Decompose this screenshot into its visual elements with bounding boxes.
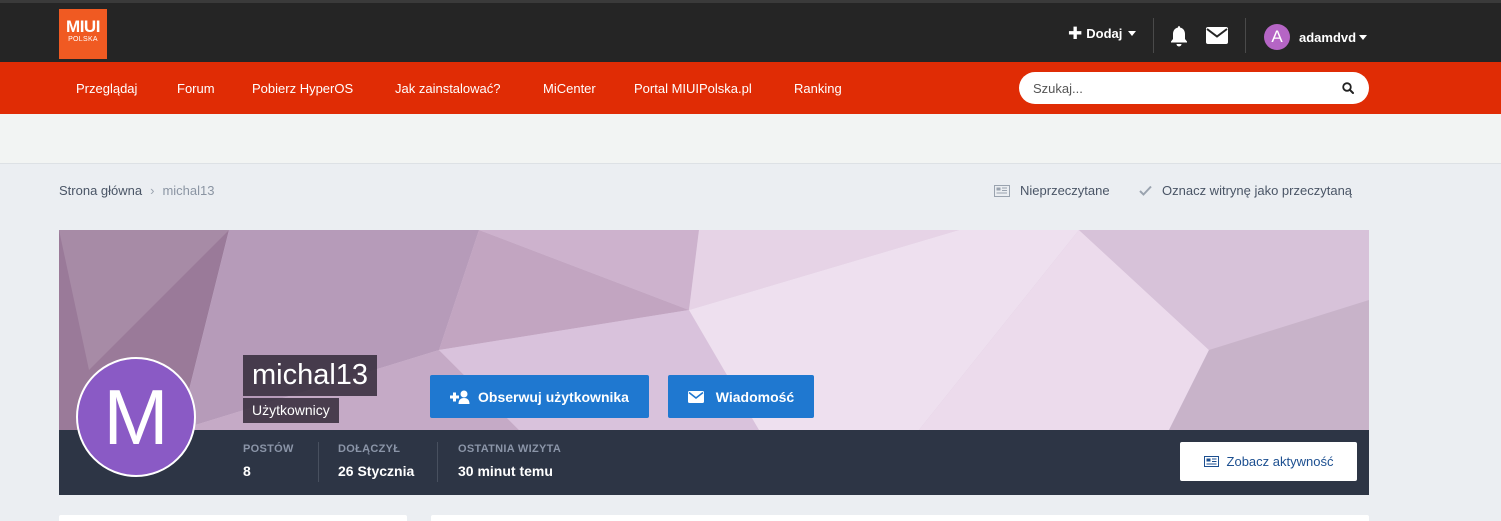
stat-joined: DOŁĄCZYŁ 26 Stycznia <box>338 443 414 479</box>
plus-icon: ✚ <box>1068 23 1083 43</box>
stat-value: 8 <box>243 463 251 479</box>
content-card <box>431 515 1369 521</box>
main-nav: Przeglądaj Forum Pobierz HyperOS Jak zai… <box>0 62 1501 114</box>
stat-value: 26 Stycznia <box>338 463 415 479</box>
divider <box>1245 18 1246 53</box>
bell-icon[interactable] <box>1169 25 1189 47</box>
envelope-icon <box>687 390 704 403</box>
nav-item-install[interactable]: Jak zainstalować? <box>395 81 501 96</box>
nav-item-micenter[interactable]: MiCenter <box>543 81 596 96</box>
message-label: Wiadomość <box>715 388 795 405</box>
site-logo[interactable]: MIUI POLSKA <box>59 9 107 59</box>
chevron-down-icon <box>1359 34 1368 40</box>
nav-item-browse[interactable]: Przeglądaj <box>76 81 137 96</box>
username-label: adamdvd <box>1299 29 1357 45</box>
divider <box>318 442 319 482</box>
nav-item-ranking[interactable]: Ranking <box>794 81 842 96</box>
view-activity-button[interactable]: Zobacz aktywność <box>1180 442 1357 481</box>
follow-label: Obserwuj użytkownika <box>478 388 629 405</box>
stat-label: POSTÓW <box>243 443 294 455</box>
profile-group: Użytkownicy <box>243 398 339 423</box>
nav-item-portal[interactable]: Portal MIUIPolska.pl <box>634 81 752 96</box>
search-input[interactable] <box>1033 72 1333 104</box>
stat-value: 30 minut temu <box>458 463 553 479</box>
user-menu[interactable]: A adamdvd <box>1264 24 1368 50</box>
check-icon <box>1139 185 1152 196</box>
profile-avatar[interactable]: M <box>76 357 196 477</box>
add-label: Dodaj <box>1086 26 1123 41</box>
logo-text: MIUI <box>66 17 100 36</box>
mark-read-label: Oznacz witrynę jako przeczytaną <box>1162 183 1353 198</box>
breadcrumb: Strona główna › michal13 <box>59 183 215 198</box>
nav-item-forum[interactable]: Forum <box>177 81 215 96</box>
newspaper-icon <box>994 184 1010 197</box>
divider <box>437 442 438 482</box>
sidebar-card <box>59 515 407 521</box>
nav-item-download[interactable]: Pobierz HyperOS <box>252 81 353 96</box>
sub-nav-bar <box>0 114 1501 164</box>
newspaper-icon <box>1203 456 1219 467</box>
breadcrumb-current: michal13 <box>162 183 215 198</box>
search-box <box>1019 72 1369 104</box>
divider <box>1153 18 1154 53</box>
chevron-right-icon: › <box>150 183 155 198</box>
add-button[interactable]: ✚ Dodaj <box>1068 23 1137 43</box>
avatar: A <box>1264 24 1290 50</box>
unread-label: Nieprzeczytane <box>1020 183 1110 198</box>
breadcrumb-home[interactable]: Strona główna <box>59 183 142 198</box>
message-button[interactable]: Wiadomość <box>668 375 814 418</box>
stat-label: OSTATNIA WIZYTA <box>458 443 562 455</box>
unread-link[interactable]: Nieprzeczytane <box>994 183 1110 198</box>
stat-last-visit: OSTATNIA WIZYTA 30 minut temu <box>458 443 561 479</box>
follow-user-button[interactable]: Obserwuj użytkownika <box>430 375 649 418</box>
logo-subtext: POLSKA <box>68 36 98 43</box>
stat-label: DOŁĄCZYŁ <box>338 443 401 455</box>
view-activity-label: Zobacz aktywność <box>1226 454 1334 469</box>
search-icon[interactable] <box>1342 82 1354 94</box>
user-plus-icon <box>450 390 470 404</box>
top-bar: MIUI POLSKA ✚ Dodaj A adamdvd <box>0 0 1501 62</box>
mark-read-link[interactable]: Oznacz witrynę jako przeczytaną <box>1139 183 1352 198</box>
chevron-down-icon <box>1128 31 1137 36</box>
profile-username: michal13 <box>243 355 378 396</box>
envelope-icon[interactable] <box>1206 27 1228 44</box>
stat-posts: POSTÓW 8 <box>243 443 294 479</box>
